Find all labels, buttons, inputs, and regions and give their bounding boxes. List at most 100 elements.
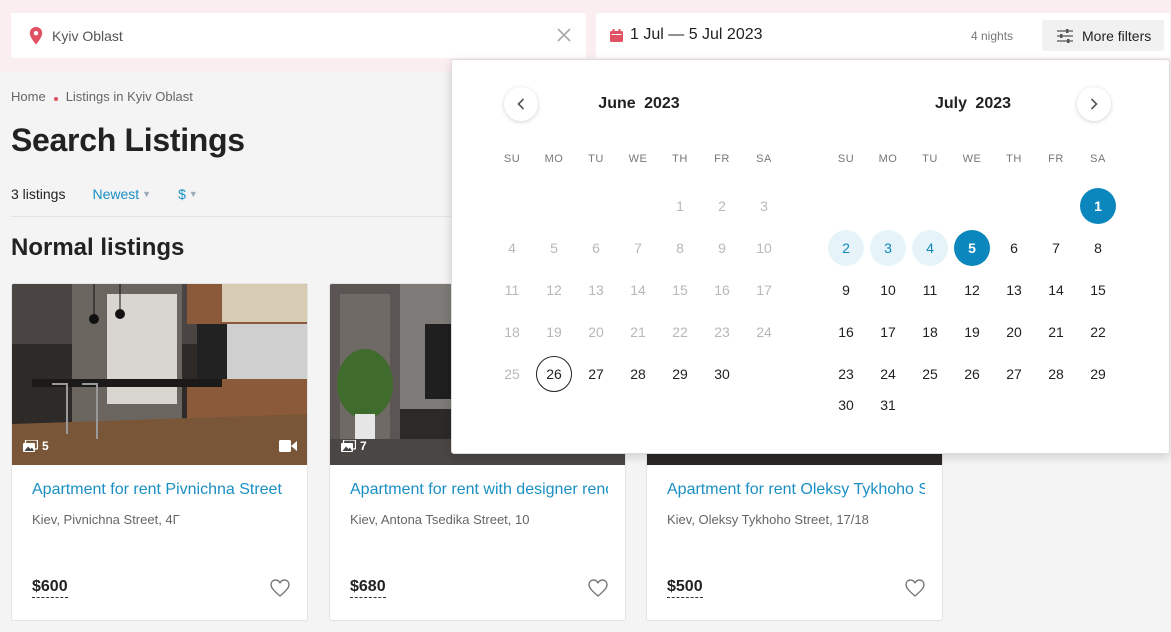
- calendar-day[interactable]: 29: [1080, 356, 1116, 392]
- calendar-icon: [610, 29, 623, 42]
- calendar-day: 6: [592, 240, 600, 256]
- listing-price: $680: [350, 578, 386, 598]
- calendar-day: 1: [676, 198, 684, 214]
- breadcrumb: Home Listings in Kyiv Oblast: [11, 89, 193, 104]
- chevron-down-icon: ▼: [142, 189, 152, 199]
- calendar-day: 15: [672, 282, 688, 298]
- listing-title[interactable]: Apartment for rent Oleksy Tykhoho Street: [667, 481, 925, 499]
- listing-price: $600: [32, 578, 68, 598]
- photo-count: 7: [341, 439, 367, 453]
- location-value: Kyiv Oblast: [52, 27, 123, 44]
- calendar-day: 2: [718, 198, 726, 214]
- calendar-day: 20: [588, 324, 604, 340]
- calendar-day: 11: [504, 282, 520, 298]
- calendar-day[interactable]: 4: [912, 230, 948, 266]
- calendar-day: 7: [634, 240, 642, 256]
- calendar-day[interactable]: 10: [870, 272, 906, 308]
- sliders-icon: [1057, 28, 1073, 43]
- calendar-day[interactable]: 8: [1080, 230, 1116, 266]
- calendar-day: 4: [508, 240, 516, 256]
- calendar-day[interactable]: 28: [1038, 356, 1074, 392]
- calendar-day[interactable]: 30: [828, 387, 864, 423]
- calendar-day[interactable]: 9: [828, 272, 864, 308]
- nights-count: 4 nights: [971, 29, 1014, 43]
- more-filters-button[interactable]: More filters: [1042, 20, 1164, 51]
- currency-dropdown[interactable]: $ ▼: [178, 186, 198, 202]
- date-range-value: 1 Jul — 5 Jul 2023: [630, 26, 763, 43]
- calendar-day[interactable]: 19: [954, 314, 990, 350]
- currency-label: $: [178, 186, 186, 202]
- calendar-day: 8: [676, 240, 684, 256]
- calendar-day[interactable]: 21: [1038, 314, 1074, 350]
- heart-icon[interactable]: [588, 579, 608, 597]
- calendar-day[interactable]: 2: [828, 230, 864, 266]
- weekday-label: WE: [628, 153, 648, 165]
- calendar-day: 14: [630, 282, 646, 298]
- calendar-day[interactable]: 15: [1080, 272, 1116, 308]
- calendar-day[interactable]: 14: [1038, 272, 1074, 308]
- calendar-day[interactable]: 6: [996, 230, 1032, 266]
- weekday-label: SA: [756, 153, 772, 165]
- heart-icon[interactable]: [905, 579, 925, 597]
- calendar-day: 16: [714, 282, 730, 298]
- sort-order-dropdown[interactable]: Newest ▼: [92, 186, 151, 202]
- weekday-label: FR: [1048, 153, 1064, 165]
- calendar-day[interactable]: 5: [954, 230, 990, 266]
- weekday-label: SU: [503, 153, 521, 165]
- listing-title[interactable]: Apartment for rent with designer renovat…: [350, 481, 608, 499]
- calendar-day[interactable]: 12: [954, 272, 990, 308]
- photo-count-value: 5: [42, 439, 49, 453]
- calendar-day[interactable]: 26: [954, 356, 990, 392]
- weekday-label: FR: [714, 153, 730, 165]
- listing-address: Kiev, Pivnichna Street, 4Г: [32, 512, 180, 527]
- listing-count: 3 listings: [11, 186, 66, 202]
- weekday-label: TU: [588, 153, 604, 165]
- listing-card[interactable]: 5 Apartment for rent Pivnichna Street Ki…: [11, 283, 308, 621]
- listing-address: Kiev, Antona Tsedika Street, 10: [350, 512, 530, 527]
- calendar-day: 13: [588, 282, 604, 298]
- calendar-day[interactable]: 3: [870, 230, 906, 266]
- heart-icon[interactable]: [270, 579, 290, 597]
- calendar-day[interactable]: 25: [912, 356, 948, 392]
- location-input[interactable]: Kyiv Oblast: [11, 13, 586, 58]
- calendar-day[interactable]: 31: [870, 387, 906, 423]
- breadcrumb-home[interactable]: Home: [11, 89, 46, 104]
- kitchen-photo: [12, 284, 307, 465]
- weekday-label: SA: [1090, 153, 1106, 165]
- calendar-day: 21: [630, 324, 646, 340]
- calendar-day: 23: [714, 324, 730, 340]
- calendar-day[interactable]: 28: [620, 356, 656, 392]
- listing-title[interactable]: Apartment for rent Pivnichna Street: [32, 481, 290, 499]
- calendar-day[interactable]: 17: [870, 314, 906, 350]
- calendar-day[interactable]: 27: [578, 356, 614, 392]
- calendar-day[interactable]: 26: [536, 356, 572, 392]
- calendar-day[interactable]: 16: [828, 314, 864, 350]
- calendar-day[interactable]: 7: [1038, 230, 1074, 266]
- close-icon[interactable]: [556, 27, 572, 43]
- weekday-label: SU: [837, 153, 855, 165]
- section-title: Normal listings: [11, 234, 185, 261]
- photo-count-value: 7: [360, 439, 367, 453]
- calendar-day[interactable]: 27: [996, 356, 1032, 392]
- calendar-day[interactable]: 1: [1080, 188, 1116, 224]
- date-range-input[interactable]: 1 Jul — 5 Jul 2023 4 nights More filters: [596, 13, 1170, 58]
- images-icon: [341, 440, 356, 452]
- calendar-day[interactable]: 29: [662, 356, 698, 392]
- images-icon: [23, 440, 38, 452]
- calendar-day[interactable]: 18: [912, 314, 948, 350]
- listing-photo[interactable]: 5: [12, 284, 307, 465]
- sort-order-label: Newest: [92, 186, 140, 202]
- calendar-day[interactable]: 13: [996, 272, 1032, 308]
- calendar-day: 3: [760, 198, 768, 214]
- weekday-label: MO: [878, 153, 898, 165]
- more-filters-label: More filters: [1082, 27, 1152, 44]
- weekday-label: TH: [672, 153, 688, 165]
- breadcrumb-current: Listings in Kyiv Oblast: [65, 89, 193, 104]
- calendar-day[interactable]: 11: [912, 272, 948, 308]
- video-icon: [279, 440, 297, 452]
- calendar-day: 17: [756, 282, 772, 298]
- photo-count: 5: [23, 439, 49, 453]
- calendar-day[interactable]: 30: [704, 356, 740, 392]
- calendar-day[interactable]: 20: [996, 314, 1032, 350]
- calendar-day[interactable]: 22: [1080, 314, 1116, 350]
